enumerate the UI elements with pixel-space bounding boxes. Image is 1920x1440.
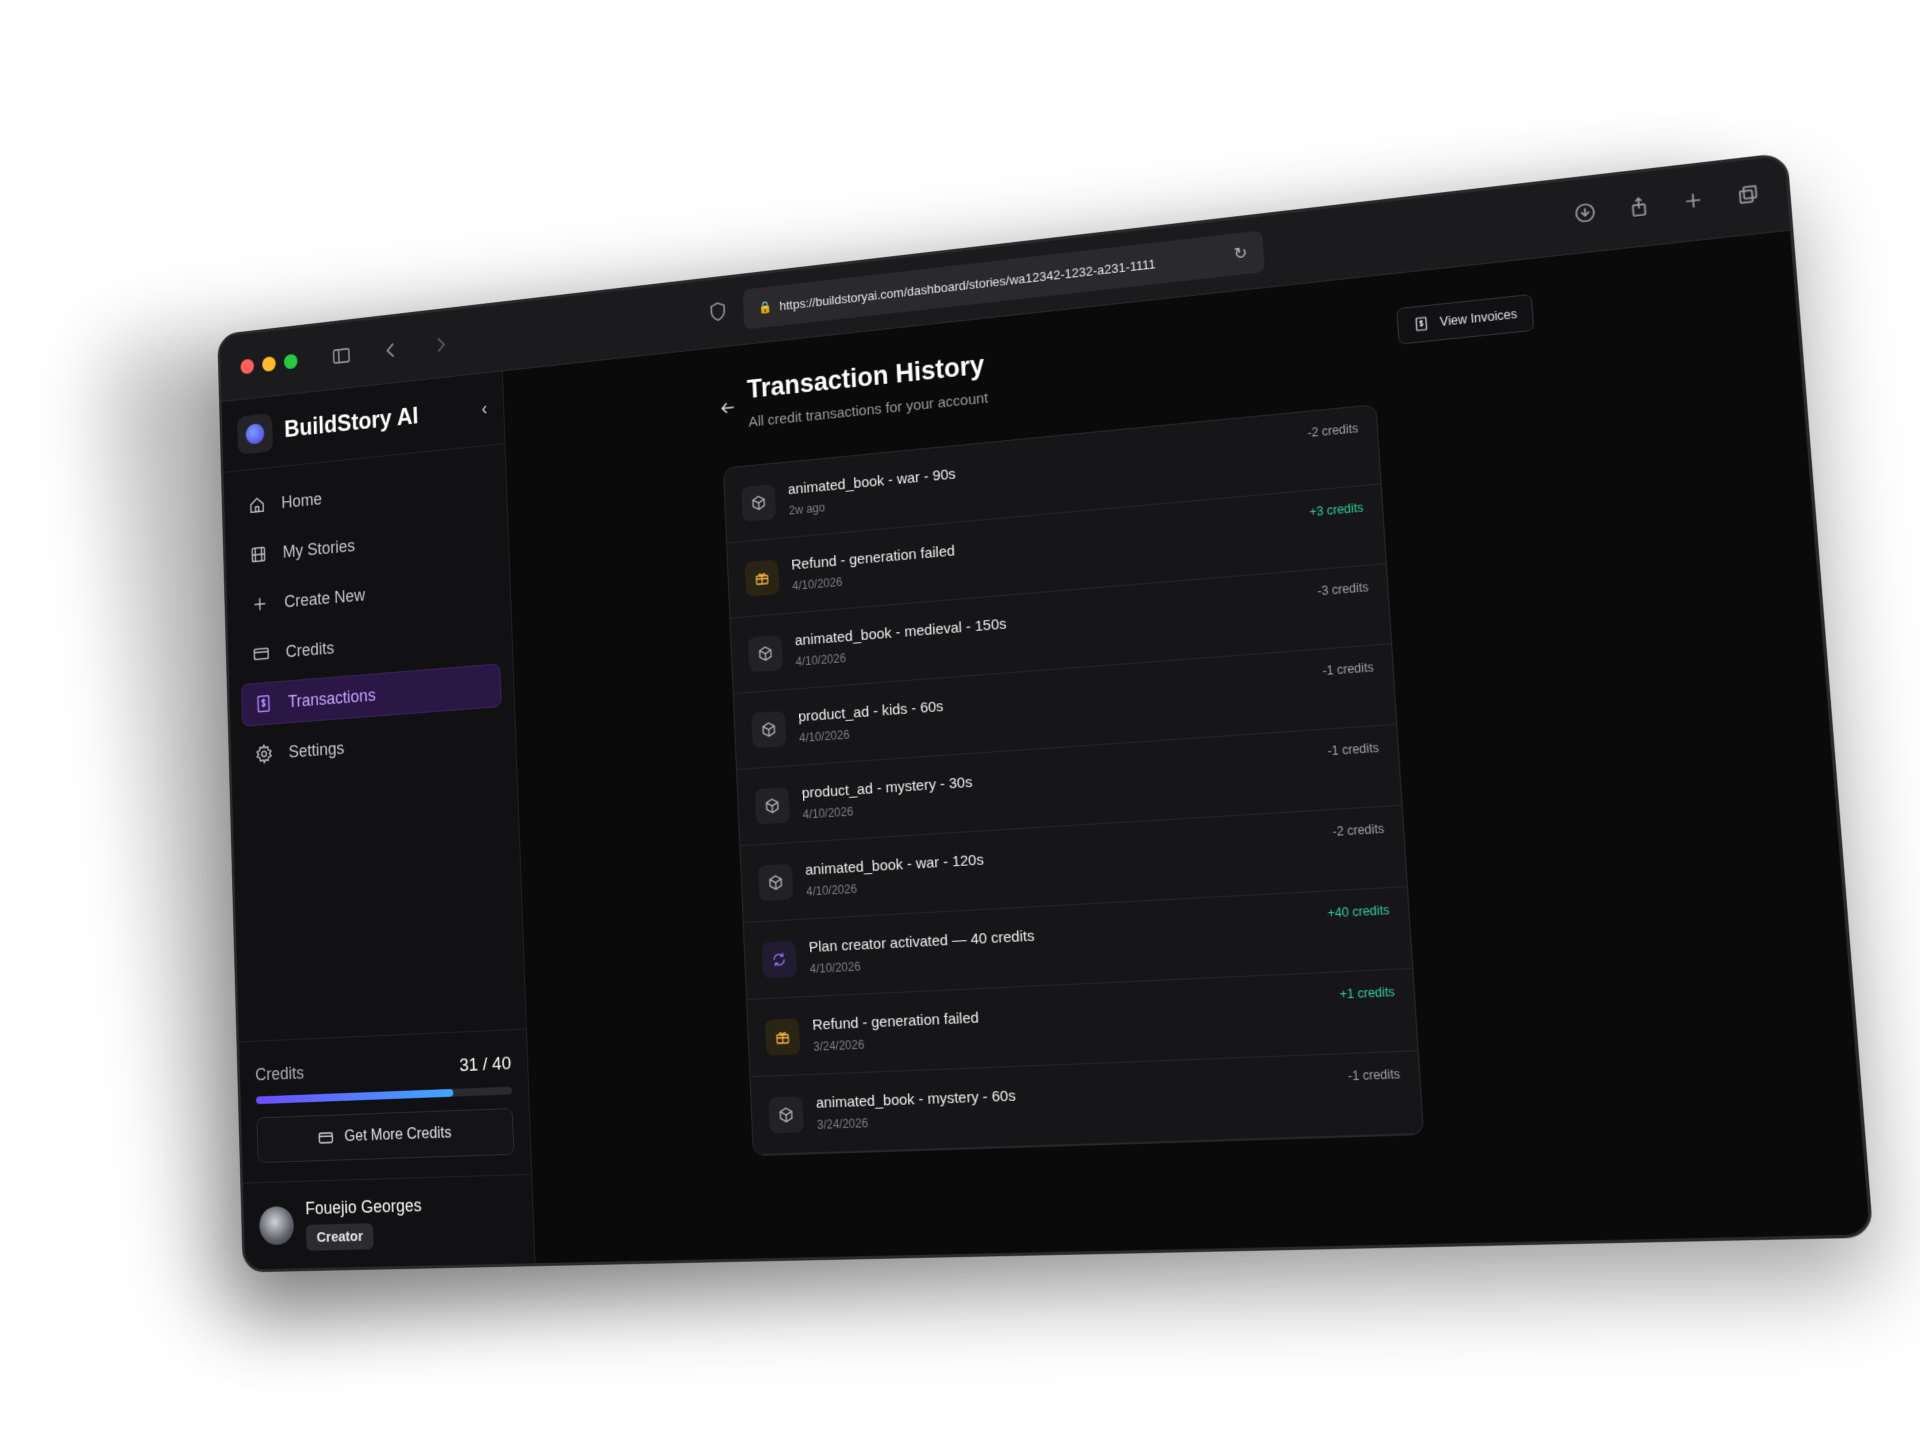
transaction-list: animated_book - war - 90s 2w ago -2 cred… <box>722 403 1425 1157</box>
film-icon <box>249 544 268 566</box>
transaction-title: product_ad - kids - 60s <box>797 698 944 726</box>
sidebar-item-label: Credits <box>285 638 335 661</box>
app-layout: BuildStory AI ‹ Home My Stories Create N… <box>221 230 1870 1270</box>
transaction-info: Refund - generation failed 3/24/2026 <box>812 1009 980 1053</box>
transaction-amount: -3 credits <box>1316 579 1369 599</box>
credits-progress-fill <box>255 1088 454 1105</box>
maximize-window-button[interactable] <box>283 353 298 370</box>
transaction-date: 4/10/2026 <box>809 959 861 977</box>
sidebar-nav: Home My Stories Create New Credits Trans… <box>224 444 517 792</box>
gift-icon <box>764 1017 801 1056</box>
back-arrow-icon[interactable] <box>718 397 737 423</box>
role-badge: Creator <box>305 1223 374 1251</box>
reload-icon[interactable]: ↻ <box>1233 243 1248 264</box>
transaction-date: 3/24/2026 <box>813 1037 865 1054</box>
browser-window: 🔒 https://buildstoryai.com/dashboard/sto… <box>217 152 1874 1273</box>
transaction-amount: -1 credits <box>1347 1066 1401 1084</box>
transaction-amount: -1 credits <box>1326 740 1380 759</box>
cube-icon <box>751 710 787 748</box>
receipt-icon <box>254 693 273 715</box>
sidebar-toggle-icon[interactable] <box>331 343 352 367</box>
transaction-amount: -2 credits <box>1306 421 1359 441</box>
user-profile[interactable]: Fouejio Georges Creator <box>242 1173 535 1270</box>
card-icon <box>317 1128 335 1148</box>
transaction-info: animated_book - war - 120s 4/10/2026 <box>805 851 985 898</box>
transaction-title: animated_book - mystery - 60s <box>815 1087 1017 1112</box>
transaction-date: 4/10/2026 <box>805 881 858 899</box>
lock-icon: 🔒 <box>757 299 773 315</box>
transaction-amount: -2 credits <box>1332 821 1385 840</box>
main-content: Transaction History All credit transacti… <box>502 230 1870 1264</box>
transaction-info: product_ad - kids - 60s 4/10/2026 <box>798 698 945 745</box>
sidebar-item-label: My Stories <box>282 535 356 561</box>
sidebar-item-label: Create New <box>283 585 366 611</box>
tabs-overview-icon[interactable] <box>1735 182 1761 208</box>
cube-icon <box>754 786 790 825</box>
plus-icon <box>250 593 269 615</box>
traffic-lights <box>240 353 298 375</box>
transaction-amount: -1 credits <box>1321 660 1375 679</box>
transaction-info: animated_book - mystery - 60s 3/24/2026 <box>816 1087 1018 1132</box>
user-name: Fouejio Georges <box>305 1195 422 1219</box>
gift-icon <box>744 558 780 597</box>
back-icon[interactable] <box>380 338 401 362</box>
url-text: https://buildstoryai.com/dashboard/stori… <box>779 255 1156 313</box>
share-icon[interactable] <box>1626 194 1651 219</box>
sync-icon <box>761 940 797 978</box>
cube-icon <box>757 863 794 901</box>
transaction-info: product_ad - mystery - 30s 4/10/2026 <box>801 774 973 822</box>
view-invoices-label: View Invoices <box>1439 306 1518 330</box>
stage: 🔒 https://buildstoryai.com/dashboard/sto… <box>0 0 1920 1440</box>
credits-label: Credits <box>254 1063 305 1085</box>
sidebar: BuildStory AI ‹ Home My Stories Create N… <box>221 371 536 1270</box>
cube-icon <box>741 483 777 522</box>
transaction-amount: +3 credits <box>1308 500 1364 520</box>
credits-row: Credits 31 / 40 <box>255 1054 512 1086</box>
transaction-title: Refund - generation failed <box>812 1009 980 1034</box>
credits-progress-bar <box>255 1086 513 1105</box>
get-more-credits-button[interactable]: Get More Credits <box>256 1107 515 1164</box>
brand-logo <box>236 412 274 455</box>
brand-name: BuildStory AI <box>283 402 419 443</box>
sidebar-item-label: Transactions <box>287 685 376 711</box>
download-icon[interactable] <box>1572 200 1597 225</box>
home-icon <box>248 494 267 516</box>
minimize-window-button[interactable] <box>262 355 276 372</box>
sidebar-item-label: Home <box>281 489 323 512</box>
get-more-credits-label: Get More Credits <box>344 1124 452 1145</box>
toolbar-actions <box>1572 182 1761 226</box>
gear-icon <box>255 743 274 765</box>
transaction-title: animated_book - war - 120s <box>804 851 985 879</box>
sidebar-item-settings[interactable]: Settings <box>242 715 503 777</box>
cube-icon <box>747 634 783 672</box>
transaction-info: animated_book - medieval - 150s 4/10/202… <box>794 616 1008 669</box>
transaction-date: 4/10/2026 <box>798 727 850 746</box>
transaction-amount: +40 credits <box>1327 902 1390 921</box>
receipt-icon <box>1412 315 1430 333</box>
transaction-amount: +1 credits <box>1339 984 1396 1002</box>
shield-icon[interactable] <box>706 299 729 324</box>
credits-panel: Credits 31 / 40 Get More Credits <box>239 1028 532 1183</box>
avatar <box>258 1206 295 1246</box>
collapse-sidebar-icon[interactable]: ‹ <box>481 398 488 420</box>
forward-icon[interactable] <box>430 332 452 356</box>
card-icon <box>252 643 271 665</box>
close-window-button[interactable] <box>240 358 255 375</box>
new-tab-icon[interactable] <box>1680 188 1706 213</box>
user-info: Fouejio Georges Creator <box>305 1196 423 1251</box>
credits-count: 31 / 40 <box>458 1053 512 1077</box>
transaction-info: Plan creator activated — 40 credits 4/10… <box>808 928 1036 976</box>
sidebar-item-label: Settings <box>288 738 345 761</box>
cube-icon <box>768 1095 804 1134</box>
transaction-date: 3/24/2026 <box>816 1116 869 1132</box>
transaction-info: Refund - generation failed 4/10/2026 <box>791 543 956 593</box>
transaction-info: animated_book - war - 90s 2w ago <box>787 466 957 518</box>
transaction-date: 4/10/2026 <box>802 804 854 822</box>
